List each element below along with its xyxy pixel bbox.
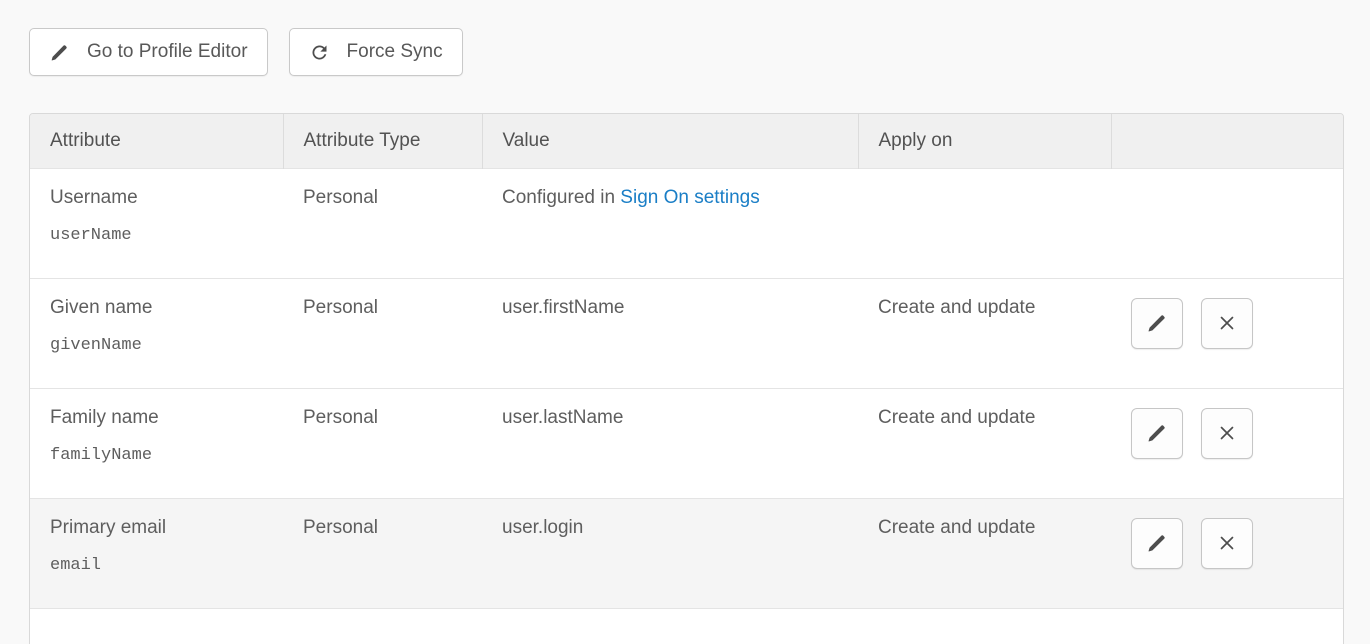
table-header: Attribute Attribute Type Value Apply on [30,114,1343,168]
go-to-profile-editor-button[interactable]: Go to Profile Editor [29,28,268,76]
apply-on-cell: Create and update [858,388,1111,498]
attribute-variable: givenName [50,336,283,355]
attribute-mapping-table: Attribute Attribute Type Value Apply on … [29,113,1344,644]
table-row: Family name familyName Personal user.las… [30,388,1343,498]
value-cell: user.lastName [482,388,858,498]
edit-attribute-button[interactable] [1131,518,1183,569]
table-row-partial [30,608,1343,644]
edit-attribute-button[interactable] [1131,408,1183,459]
attribute-cell: Username userName [30,168,283,278]
actions-cell [1111,278,1343,388]
close-icon [1215,531,1239,555]
value-cell: user.login [482,498,858,608]
edit-attribute-button[interactable] [1131,298,1183,349]
attribute-cell: Primary email email [30,498,283,608]
apply-on-cell: Create and update [858,278,1111,388]
header-attribute-type: Attribute Type [283,114,482,168]
attribute-variable: userName [50,226,283,245]
edit-icon [1145,311,1169,335]
refresh-icon [309,42,330,63]
value-cell: user.firstName [482,278,858,388]
value-cell: Configured in Sign On settings [482,168,858,278]
table-row: Primary email email Personal user.login … [30,498,1343,608]
delete-attribute-button[interactable] [1201,518,1253,569]
apply-on-cell [858,168,1111,278]
actions-cell [1111,168,1343,278]
attribute-type-cell: Personal [283,498,482,608]
attribute-label: Family name [50,407,283,429]
attribute-label: Username [50,187,283,209]
actions-cell [1111,388,1343,498]
header-value: Value [482,114,858,168]
actions-cell [1111,498,1343,608]
sign-on-settings-link[interactable]: Sign On settings [620,187,759,208]
value-text: Configured in [502,187,620,208]
close-icon [1215,311,1239,335]
toolbar: Go to Profile Editor Force Sync [29,28,1370,76]
apply-on-cell: Create and update [858,498,1111,608]
attribute-variable: familyName [50,446,283,465]
pencil-icon [49,42,70,63]
delete-attribute-button[interactable] [1201,298,1253,349]
edit-icon [1145,421,1169,445]
header-apply-on: Apply on [858,114,1111,168]
close-icon [1215,421,1239,445]
attribute-type-cell: Personal [283,278,482,388]
attribute-variable: email [50,556,283,575]
force-sync-button[interactable]: Force Sync [289,28,463,76]
attribute-type-cell: Personal [283,388,482,498]
go-to-profile-editor-label: Go to Profile Editor [87,41,248,63]
header-attribute: Attribute [30,114,283,168]
delete-attribute-button[interactable] [1201,408,1253,459]
table-row: Given name givenName Personal user.first… [30,278,1343,388]
attribute-cell: Family name familyName [30,388,283,498]
table-row: Username userName Personal Configured in… [30,168,1343,278]
attribute-label: Given name [50,297,283,319]
header-actions [1111,114,1343,168]
attribute-cell: Given name givenName [30,278,283,388]
attribute-type-cell: Personal [283,168,482,278]
force-sync-label: Force Sync [347,41,443,63]
attribute-label: Primary email [50,517,283,539]
edit-icon [1145,531,1169,555]
